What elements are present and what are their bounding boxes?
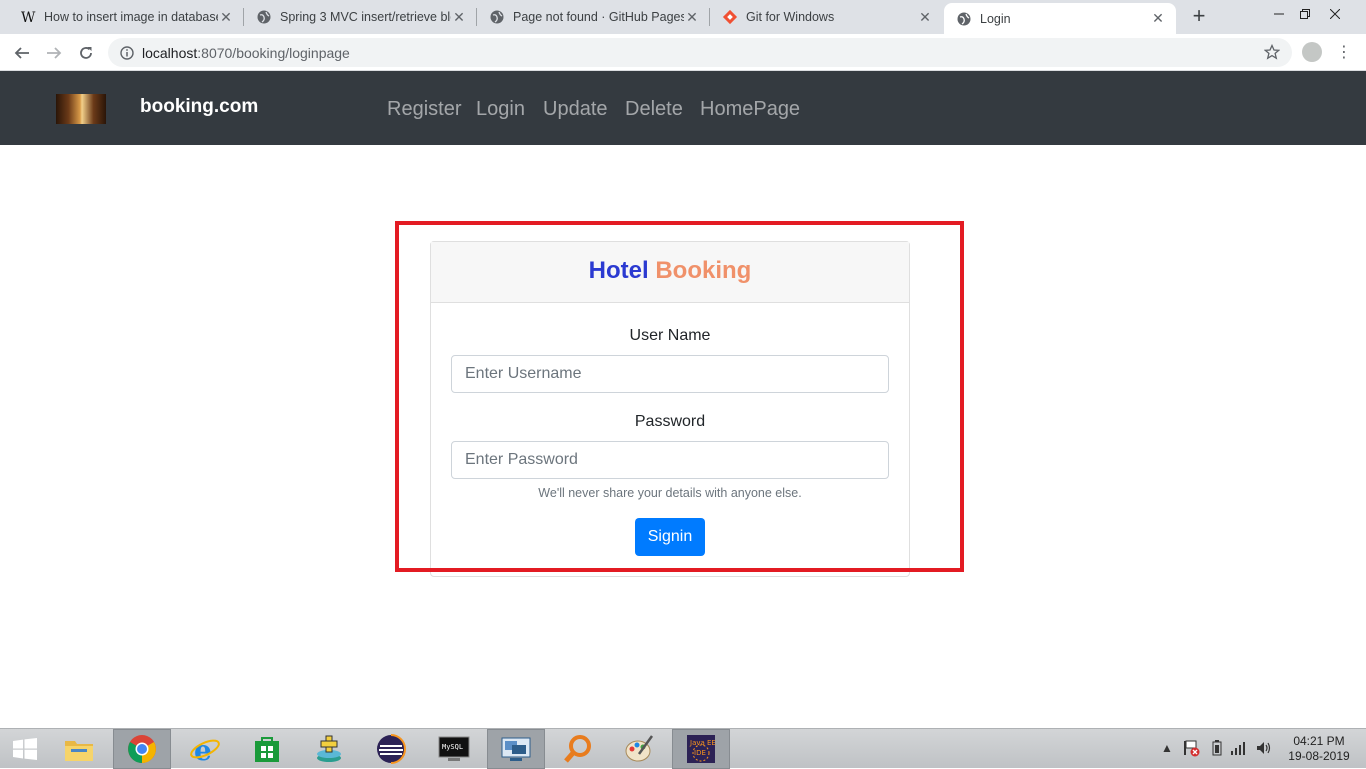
tab-title: Page not found · GitHub Pages xyxy=(513,10,684,24)
system-clock[interactable]: 04:21 PM 19-08-2019 xyxy=(1284,734,1354,764)
tab-title: Git for Windows xyxy=(746,10,835,24)
browser-tab[interactable]: Git for Windows ✕ xyxy=(710,0,943,34)
mysql-console-icon[interactable]: MySQL xyxy=(425,729,483,769)
windows-start-icon[interactable] xyxy=(0,729,50,769)
brand-link[interactable]: booking.com xyxy=(140,96,258,118)
nav-delete-link[interactable]: Delete xyxy=(625,98,683,121)
close-tab-icon[interactable]: ✕ xyxy=(218,9,234,26)
chrome-icon[interactable] xyxy=(113,729,171,769)
internet-explorer-icon[interactable]: e xyxy=(176,729,234,769)
hotel-logo-image[interactable] xyxy=(56,94,106,124)
close-tab-icon[interactable]: ✕ xyxy=(684,9,700,26)
bookmark-star-icon[interactable] xyxy=(1262,42,1282,62)
new-tab-button[interactable]: + xyxy=(1188,5,1210,28)
reload-icon[interactable] xyxy=(73,40,99,66)
svg-text:W: W xyxy=(21,10,36,25)
nav-update-link[interactable]: Update xyxy=(543,98,608,121)
file-explorer-icon[interactable] xyxy=(50,729,108,769)
red-highlight-box xyxy=(395,221,964,572)
java-ee-ide-icon[interactable]: Java EE IDE xyxy=(672,729,730,769)
address-bar[interactable]: localhost:8070/booking/loginpage xyxy=(108,38,1292,67)
url-path: :8070/booking/loginpage xyxy=(197,44,350,61)
eclipse-icon[interactable] xyxy=(362,729,420,769)
browser-tab-strip: W How to insert image in database ✕ Spri… xyxy=(0,0,1366,34)
tab-title: Login xyxy=(980,11,1011,26)
search-tool-icon[interactable] xyxy=(549,729,607,769)
nav-homepage-link[interactable]: HomePage xyxy=(700,98,800,121)
app-stack-icon[interactable] xyxy=(300,729,358,769)
paint-icon[interactable] xyxy=(610,729,668,769)
clock-date: 19-08-2019 xyxy=(1288,749,1350,763)
browser-tab[interactable]: W How to insert image in database ✕ xyxy=(8,0,244,34)
tray-expand-icon[interactable]: ▲ xyxy=(1161,741,1173,755)
windows-taskbar: e MySQL Java EE IDE ▲ 04:21 PM 19-08-2019 xyxy=(0,728,1366,769)
battery-icon[interactable] xyxy=(1212,740,1222,759)
globe-icon xyxy=(489,9,505,25)
close-tab-icon[interactable]: ✕ xyxy=(1150,10,1166,27)
menu-kebab-icon[interactable]: ⋮ xyxy=(1334,42,1354,62)
close-window-icon[interactable] xyxy=(1320,0,1350,28)
nav-register-link[interactable]: Register xyxy=(387,98,461,121)
clock-time: 04:21 PM xyxy=(1293,734,1345,748)
remote-desktop-icon[interactable] xyxy=(487,729,545,769)
tab-title: Spring 3 MVC insert/retrieve blob xyxy=(280,10,451,24)
git-icon xyxy=(722,9,738,25)
tab-title: How to insert image in database xyxy=(44,10,218,24)
close-tab-icon[interactable]: ✕ xyxy=(451,9,467,26)
svg-text:IDE: IDE xyxy=(694,749,706,757)
globe-icon xyxy=(256,9,272,25)
restore-icon[interactable] xyxy=(1290,0,1320,28)
network-flag-icon[interactable] xyxy=(1182,739,1200,760)
store-icon[interactable] xyxy=(238,729,296,769)
close-tab-icon[interactable]: ✕ xyxy=(917,9,933,26)
nav-login-link[interactable]: Login xyxy=(476,98,525,121)
browser-tab[interactable]: Spring 3 MVC insert/retrieve blob ✕ xyxy=(244,0,477,34)
forward-arrow-icon[interactable] xyxy=(41,40,67,66)
svg-text:Java EE: Java EE xyxy=(689,739,716,747)
browser-tab[interactable]: Page not found · GitHub Pages ✕ xyxy=(477,0,710,34)
browser-toolbar: localhost:8070/booking/loginpage ⋮ xyxy=(0,34,1366,71)
w-logo-icon: W xyxy=(20,9,36,25)
browser-tab-active[interactable]: Login ✕ xyxy=(944,3,1176,34)
url-host: localhost xyxy=(142,44,198,61)
back-arrow-icon[interactable] xyxy=(9,40,35,66)
globe-icon xyxy=(956,11,972,27)
volume-icon[interactable] xyxy=(1255,740,1271,759)
wifi-signal-icon[interactable] xyxy=(1230,741,1246,758)
info-icon[interactable] xyxy=(120,45,134,60)
svg-text:e: e xyxy=(194,734,212,764)
profile-avatar-icon[interactable] xyxy=(1302,42,1322,62)
svg-text:MySQL: MySQL xyxy=(442,743,463,751)
